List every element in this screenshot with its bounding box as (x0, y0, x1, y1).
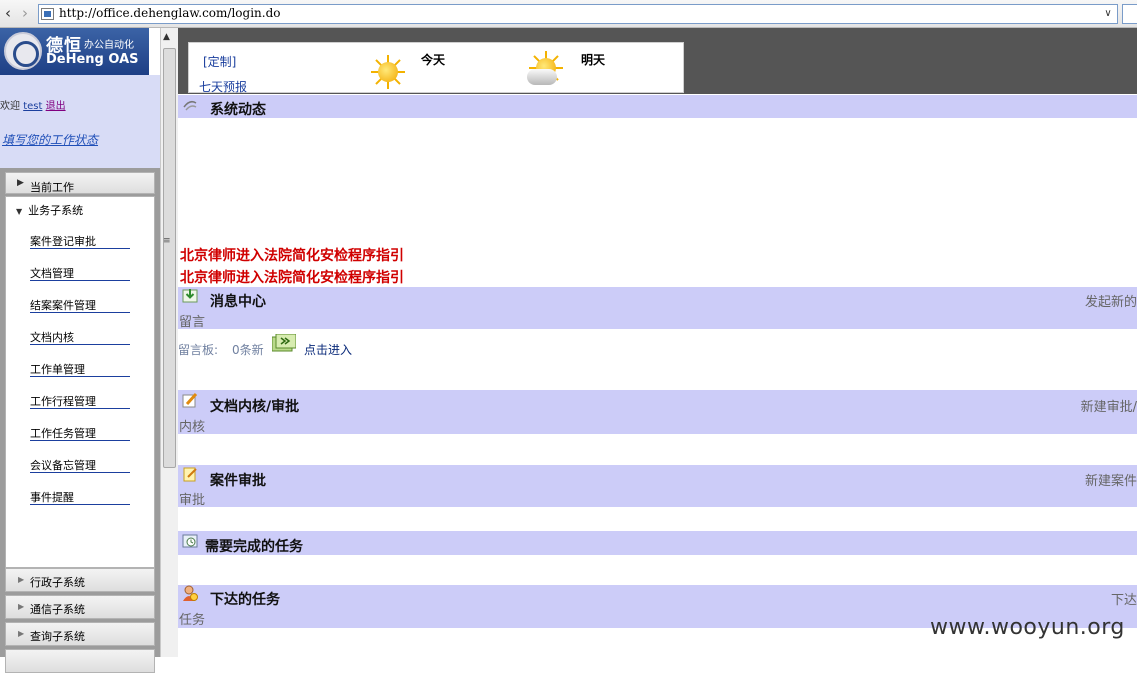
section-subtitle: 审批 (179, 493, 206, 508)
chevron-right-icon: ▶ (18, 629, 25, 638)
section-title: 系统动态 (210, 102, 266, 118)
section-title: 消息中心 (210, 294, 266, 310)
frame-scrollbar[interactable]: ▲ ≡ (160, 28, 178, 657)
new-approval-link[interactable]: 新建审批/ (1081, 396, 1137, 415)
logo: 德恒 办公自动化 DeHeng OAS (0, 28, 149, 75)
user-panel: 欢迎 test 退出 填写您的工作状态 (0, 75, 160, 168)
menu-label: 行政子系统 (30, 576, 85, 589)
assign-task-link[interactable]: 下达 (1111, 589, 1137, 608)
download-icon (182, 289, 198, 303)
logo-en-name: DeHeng OAS (46, 52, 139, 67)
address-bar[interactable]: http://office.dehenglaw.com/login.do ∨ (38, 4, 1118, 24)
logout-link[interactable]: 退出 (46, 101, 66, 112)
sub-item-reminder[interactable]: 事件提醒 (30, 489, 130, 505)
section-case-approval: 案件审批 新建案件 审批 (178, 465, 1137, 508)
menu-label: 当前工作 (30, 181, 74, 194)
chevron-right-icon: ▶ (18, 575, 25, 584)
board-enter-link[interactable]: 点击进入 (304, 341, 352, 358)
cloud-icon (527, 69, 557, 85)
sub-item-meeting-memo[interactable]: 会议备忘管理 (30, 457, 130, 473)
weather-customize-link[interactable]: [定制] (203, 53, 236, 70)
scroll-up-icon[interactable]: ▲ (163, 32, 170, 42)
username-link[interactable]: test (23, 101, 42, 112)
chevron-down-icon[interactable]: ∨ (1101, 6, 1115, 22)
sunny-icon (371, 55, 405, 89)
menu-label: 查询子系统 (30, 630, 85, 643)
menu-label: 通信子系统 (30, 603, 85, 616)
weather-widget: [定制] 七天预报 今天 明天 (188, 42, 684, 95)
chevron-right-icon: ▶ (17, 178, 24, 188)
url-text: http://office.dehenglaw.com/login.do (59, 6, 281, 20)
logo-cn-subtitle: 办公自动化 (84, 40, 134, 51)
sub-item-closed-case[interactable]: 结案案件管理 (30, 297, 130, 313)
chevron-down-icon: ▼ (16, 207, 23, 216)
menu-more[interactable] (5, 649, 155, 673)
weather-7day-link[interactable]: 七天预报 (199, 78, 247, 95)
section-todo-tasks: 需要完成的任务 (178, 531, 1137, 555)
section-system-news: 系统动态 (178, 95, 1137, 118)
section-title: 案件审批 (210, 473, 266, 489)
section-doc-approval: 文档内核/审批 新建审批/ 内核 (178, 390, 1137, 435)
news-headline[interactable]: 北京律师进入法院简化安检程序指引 (180, 245, 404, 265)
section-title: 文档内核/审批 (210, 399, 300, 415)
work-status-link[interactable]: 填写您的工作状态 (2, 131, 98, 148)
new-case-link[interactable]: 新建案件 (1085, 470, 1137, 489)
scroll-thumb[interactable] (163, 48, 176, 468)
sub-item-itinerary[interactable]: 工作行程管理 (30, 393, 130, 409)
menu-panel: ▶ 当前工作 ▼ 业务子系统 案件登记审批 文档管理 结案案件管理 文档内核 工作… (0, 168, 160, 673)
sub-item-case-register[interactable]: 案件登记审批 (30, 233, 130, 249)
search-input[interactable] (1122, 4, 1137, 24)
welcome-prefix: 欢迎 (0, 101, 20, 112)
menu-business-header[interactable]: ▼ 业务子系统 (16, 202, 83, 218)
chevron-right-icon: ▶ (18, 602, 25, 611)
section-message-center: 消息中心 发起新的 留言 (178, 287, 1137, 330)
forward-button[interactable]: › (17, 3, 33, 23)
user-task-icon (183, 585, 198, 601)
sub-item-tasks[interactable]: 工作任务管理 (30, 425, 130, 441)
news-headline[interactable]: 北京律师进入法院简化安检程序指引 (180, 267, 404, 287)
board-label: 留言板: (178, 343, 219, 357)
watermark-text: www.wooyun.org (930, 615, 1125, 640)
section-subtitle: 任务 (179, 613, 206, 628)
menu-query[interactable]: ▶ 查询子系统 (5, 622, 155, 646)
back-button[interactable]: ‹ (0, 3, 16, 23)
welcome-line: 欢迎 test 退出 (0, 97, 66, 112)
page-icon (41, 8, 54, 20)
note-icon (183, 467, 197, 482)
menu-business-section: ▼ 业务子系统 案件登记审批 文档管理 结案案件管理 文档内核 工作单管理 工作行… (5, 196, 155, 568)
edit-icon (182, 392, 198, 408)
grip-icon: ≡ (163, 236, 171, 246)
left-navigation-frame: 德恒 办公自动化 DeHeng OAS 欢迎 test 退出 填写您的工作状态 … (0, 28, 160, 673)
weather-tomorrow-label: 明天 (581, 53, 606, 67)
menu-admin[interactable]: ▶ 行政子系统 (5, 568, 155, 592)
menu-communication[interactable]: ▶ 通信子系统 (5, 595, 155, 619)
menu-label: 业务子系统 (28, 204, 84, 217)
section-title: 下达的任务 (210, 592, 280, 608)
section-title: 需要完成的任务 (205, 539, 303, 555)
browser-toolbar: ‹ › http://office.dehenglaw.com/login.do… (0, 0, 1137, 28)
seal-icon (4, 32, 42, 70)
sub-item-worksheet[interactable]: 工作单管理 (30, 361, 130, 377)
new-message-link[interactable]: 发起新的 (1085, 291, 1137, 310)
sub-item-doc-kernel[interactable]: 文档内核 (30, 329, 130, 345)
main-content-frame: [定制] 七天预报 今天 明天 系统动态 北京律师进入法院简化安检程序指引 北京… (178, 28, 1137, 657)
board-count: 0条新 (232, 343, 264, 357)
broadcast-icon (183, 100, 197, 111)
sub-item-doc-manage[interactable]: 文档管理 (30, 265, 130, 281)
weather-today-label: 今天 (421, 53, 446, 67)
menu-current-work[interactable]: ▶ 当前工作 (5, 172, 155, 194)
task-icon (182, 534, 198, 548)
top-strip: [定制] 七天预报 今天 明天 (178, 28, 1137, 94)
section-subtitle: 内核 (179, 420, 206, 435)
section-subtitle: 留言 (179, 315, 206, 330)
enter-icon[interactable] (272, 334, 296, 352)
